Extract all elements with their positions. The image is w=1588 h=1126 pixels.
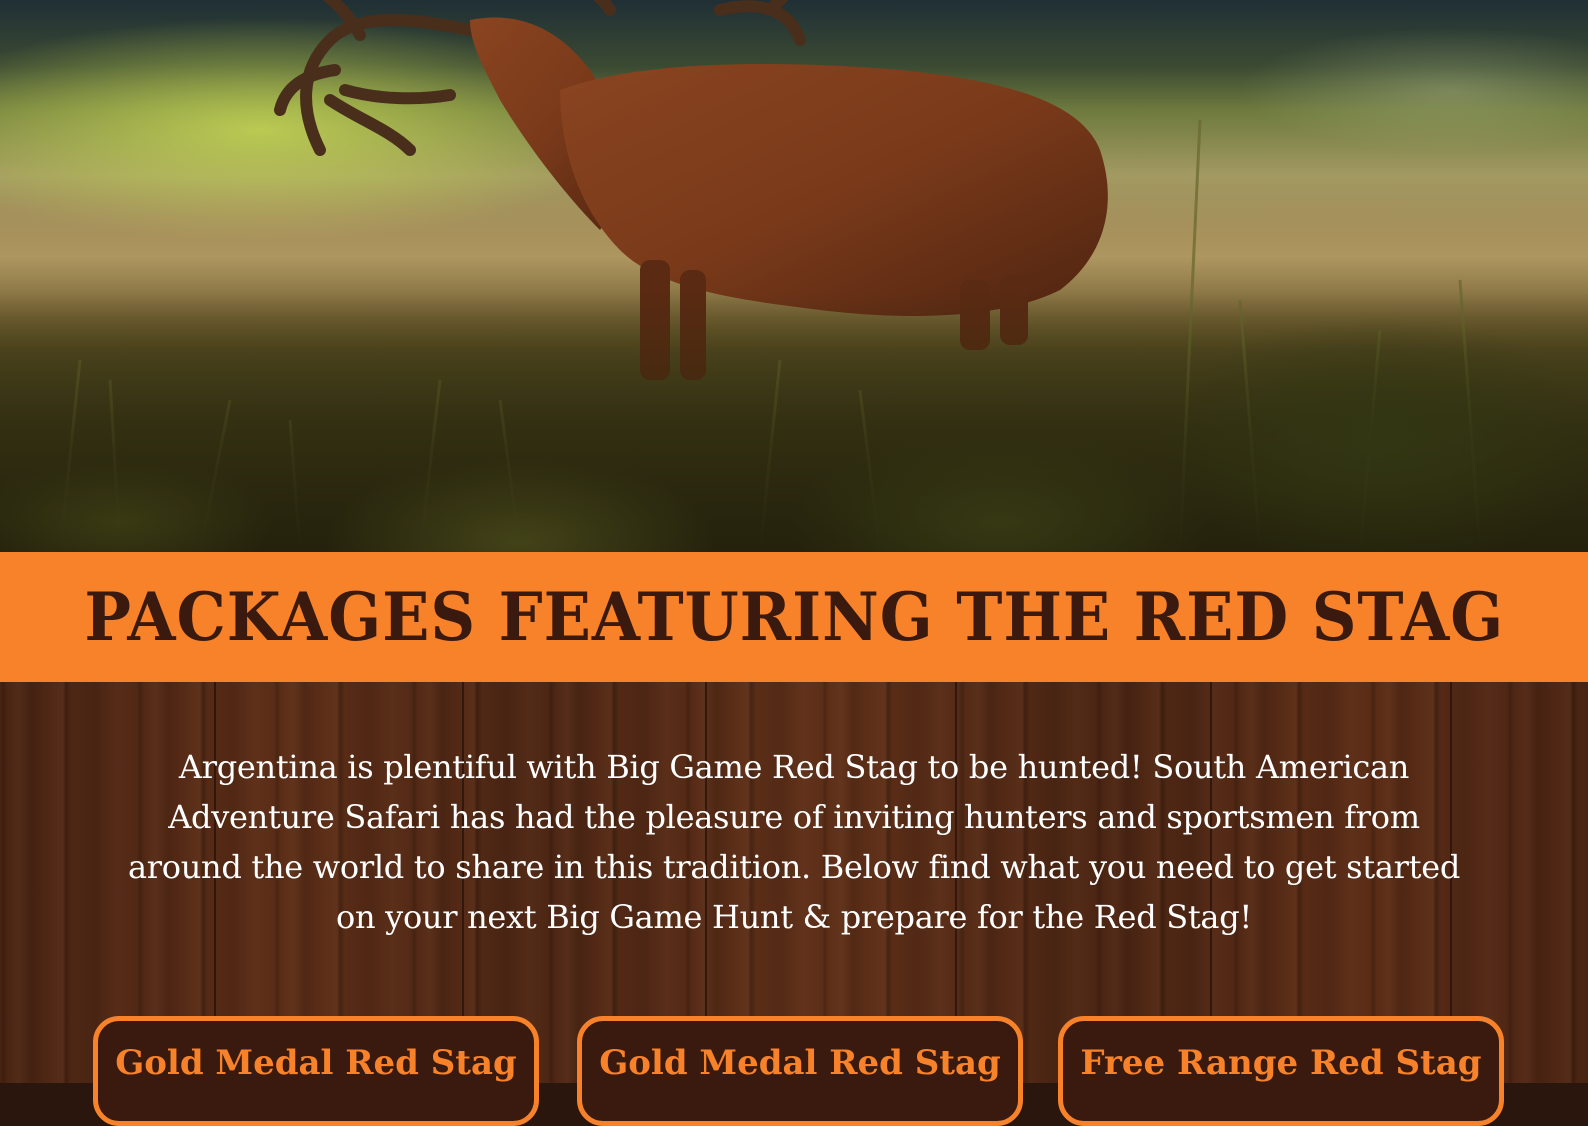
package-button-free-range-red-stag[interactable]: Free Range Red Stag — [1058, 1016, 1504, 1126]
package-button-gold-medal-red-stag[interactable]: Gold Medal Red Stag — [93, 1016, 539, 1126]
intro-paragraph: Argentina is plentiful with Big Game Red… — [127, 748, 1461, 936]
package-button-gold-medal-red-stag-2[interactable]: Gold Medal Red Stag — [577, 1016, 1023, 1126]
package-button-label: Gold Medal Red Stag — [115, 1043, 517, 1083]
hero-image — [0, 0, 1588, 552]
package-button-label: Gold Medal Red Stag — [599, 1043, 1001, 1083]
section-banner: PACKAGES FEATURING THE RED STAG — [0, 552, 1588, 682]
package-button-label: Free Range Red Stag — [1080, 1043, 1482, 1083]
hero-foreground-brush — [0, 292, 1588, 552]
section-title: PACKAGES FEATURING THE RED STAG — [84, 578, 1504, 656]
